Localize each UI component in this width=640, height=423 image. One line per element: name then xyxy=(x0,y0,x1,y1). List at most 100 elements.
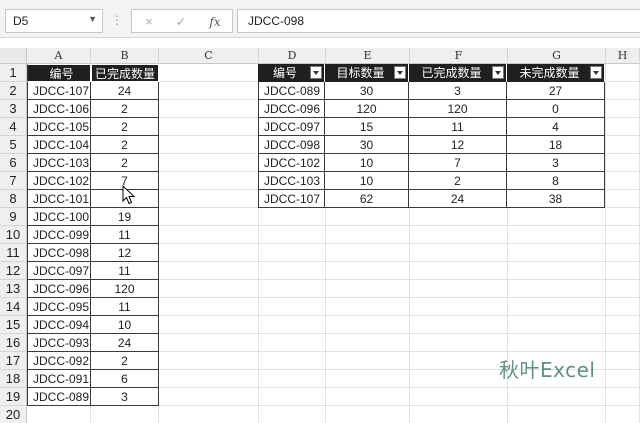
table-cell[interactable]: 3 xyxy=(507,154,605,172)
row-header-12[interactable]: 12 xyxy=(0,262,27,280)
left-table-header-0[interactable]: 编号 xyxy=(27,64,91,82)
table-cell[interactable]: JDCC-096 xyxy=(27,280,91,298)
insert-function-icon[interactable]: fx xyxy=(204,13,226,31)
table-cell[interactable]: JDCC-099 xyxy=(27,226,91,244)
table-cell[interactable]: 3 xyxy=(91,388,159,406)
table-cell[interactable]: 120 xyxy=(325,100,409,118)
row-header-16[interactable]: 16 xyxy=(0,334,27,352)
row-header-20[interactable]: 20 xyxy=(0,406,27,423)
column-header-f[interactable]: F xyxy=(410,48,508,64)
table-cell[interactable]: 11 xyxy=(91,262,159,280)
row-header-17[interactable]: 17 xyxy=(0,352,27,370)
table-cell[interactable]: 2 xyxy=(91,154,159,172)
row-header-3[interactable]: 3 xyxy=(0,100,27,118)
table-cell[interactable]: JDCC-089 xyxy=(27,388,91,406)
left-table-header-1[interactable]: 已完成数量 xyxy=(91,64,159,82)
column-header-h[interactable]: H xyxy=(606,48,640,64)
table-cell[interactable]: JDCC-102 xyxy=(27,172,91,190)
table-cell[interactable]: JDCC-102 xyxy=(258,154,325,172)
row-header-18[interactable]: 18 xyxy=(0,370,27,388)
chevron-down-icon[interactable]: ▼ xyxy=(88,14,97,24)
table-cell[interactable]: 19 xyxy=(91,208,159,226)
column-header-a[interactable]: A xyxy=(27,48,91,64)
table-cell[interactable]: 2 xyxy=(91,136,159,154)
column-header-e[interactable]: E xyxy=(326,48,410,64)
table-cell[interactable]: 10 xyxy=(325,154,409,172)
table-cell[interactable]: 8 xyxy=(507,172,605,190)
table-cell[interactable]: 120 xyxy=(409,100,507,118)
table-cell[interactable]: 4 xyxy=(507,118,605,136)
row-header-19[interactable]: 19 xyxy=(0,388,27,406)
table-cell[interactable]: JDCC-093 xyxy=(27,334,91,352)
select-all-corner[interactable] xyxy=(0,48,27,64)
column-header-g[interactable]: G xyxy=(508,48,606,64)
filter-dropdown-icon[interactable] xyxy=(492,66,504,79)
table-cell[interactable]: 12 xyxy=(91,244,159,262)
table-cell[interactable]: JDCC-095 xyxy=(27,298,91,316)
table-cell[interactable]: 0 xyxy=(507,100,605,118)
column-header-d[interactable]: D xyxy=(259,48,326,64)
table-cell[interactable]: JDCC-105 xyxy=(27,118,91,136)
row-header-14[interactable]: 14 xyxy=(0,298,27,316)
confirm-icon[interactable]: ✓ xyxy=(170,13,192,31)
row-header-7[interactable]: 7 xyxy=(0,172,27,190)
table-cell[interactable]: 24 xyxy=(91,82,159,100)
table-cell[interactable]: 6 xyxy=(91,370,159,388)
cancel-icon[interactable]: × xyxy=(138,13,160,31)
table-cell[interactable]: 27 xyxy=(507,82,605,100)
table-cell[interactable]: JDCC-100 xyxy=(27,208,91,226)
table-cell[interactable]: 2 xyxy=(91,118,159,136)
filter-dropdown-icon[interactable] xyxy=(310,66,322,79)
table-cell[interactable]: JDCC-089 xyxy=(258,82,325,100)
table-cell[interactable]: 24 xyxy=(91,334,159,352)
table-cell[interactable]: JDCC-094 xyxy=(27,316,91,334)
table-cell[interactable]: JDCC-097 xyxy=(258,118,325,136)
row-header-9[interactable]: 9 xyxy=(0,208,27,226)
table-cell[interactable]: JDCC-104 xyxy=(27,136,91,154)
table-cell[interactable]: 62 xyxy=(325,190,409,208)
table-cell[interactable]: JDCC-103 xyxy=(27,154,91,172)
row-header-4[interactable]: 4 xyxy=(0,118,27,136)
table-cell[interactable]: JDCC-098 xyxy=(27,244,91,262)
row-header-6[interactable]: 6 xyxy=(0,154,27,172)
formula-input[interactable]: JDCC-098 xyxy=(237,9,640,33)
row-header-11[interactable]: 11 xyxy=(0,244,27,262)
row-header-2[interactable]: 2 xyxy=(0,82,27,100)
filter-dropdown-icon[interactable] xyxy=(590,66,602,79)
table-cell[interactable]: JDCC-092 xyxy=(27,352,91,370)
row-header-8[interactable]: 8 xyxy=(0,190,27,208)
table-cell[interactable]: JDCC-107 xyxy=(27,82,91,100)
table-cell[interactable]: 2 xyxy=(91,100,159,118)
table-cell[interactable]: JDCC-101 xyxy=(27,190,91,208)
table-cell[interactable]: 7 xyxy=(409,154,507,172)
table-cell[interactable]: 10 xyxy=(91,316,159,334)
row-header-15[interactable]: 15 xyxy=(0,316,27,334)
name-box[interactable]: D5 ▼ xyxy=(5,9,103,33)
table-cell[interactable]: 38 xyxy=(507,190,605,208)
table-cell[interactable]: 18 xyxy=(507,136,605,154)
table-cell[interactable]: 12 xyxy=(409,136,507,154)
table-cell[interactable]: 11 xyxy=(91,298,159,316)
table-cell[interactable]: 2 xyxy=(91,352,159,370)
table-cell[interactable]: 3 xyxy=(409,82,507,100)
table-cell[interactable]: 120 xyxy=(91,280,159,298)
filter-dropdown-icon[interactable] xyxy=(394,66,406,79)
table-cell[interactable]: 11 xyxy=(91,226,159,244)
more-options-icon[interactable]: ⋮ xyxy=(111,11,123,29)
table-cell[interactable]: JDCC-103 xyxy=(258,172,325,190)
column-header-b[interactable]: B xyxy=(91,48,159,64)
row-header-1[interactable]: 1 xyxy=(0,64,27,82)
table-cell[interactable]: 10 xyxy=(325,172,409,190)
table-cell[interactable]: 30 xyxy=(325,82,409,100)
table-cell[interactable]: JDCC-107 xyxy=(258,190,325,208)
table-cell[interactable]: 24 xyxy=(409,190,507,208)
table-cell[interactable]: JDCC-091 xyxy=(27,370,91,388)
table-cell[interactable]: 2 xyxy=(409,172,507,190)
table-cell[interactable]: JDCC-096 xyxy=(258,100,325,118)
row-header-5[interactable]: 5 xyxy=(0,136,27,154)
table-cell[interactable]: JDCC-098 xyxy=(258,136,325,154)
table-cell[interactable]: 11 xyxy=(409,118,507,136)
table-cell[interactable]: 30 xyxy=(325,136,409,154)
table-cell[interactable]: JDCC-106 xyxy=(27,100,91,118)
table-cell[interactable]: JDCC-097 xyxy=(27,262,91,280)
